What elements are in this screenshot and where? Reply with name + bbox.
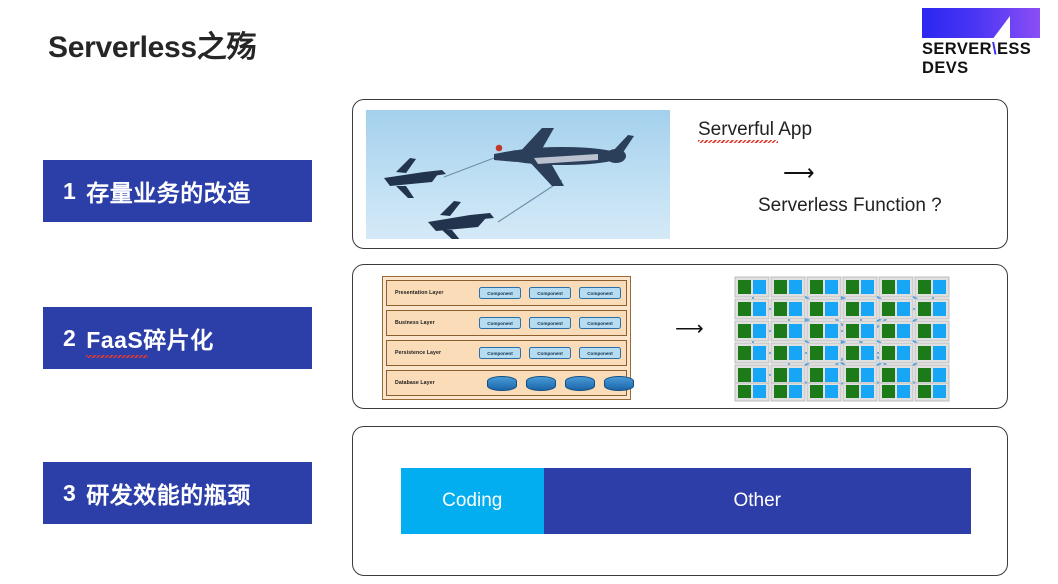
nav-item-3-label: 研发效能的瓶颈 — [86, 482, 251, 508]
layer-name-presentation: Presentation Layer — [395, 290, 444, 296]
nav-item-3-index: 3 — [63, 479, 77, 506]
mesh-grid-svg — [734, 276, 950, 402]
architecture-transition-arrow-icon: ⟶ — [675, 318, 704, 340]
database-cylinder-icon — [526, 375, 556, 391]
layer-name-business: Business Layer — [395, 320, 435, 326]
logo-text-devs: DEVS — [922, 59, 969, 78]
layer-row-database: Database Layer — [386, 370, 634, 396]
aerial-refueling-illustration — [366, 110, 670, 239]
effort-distribution-stacked-bar: Coding Other — [401, 468, 971, 534]
layer-row-presentation: Presentation Layer Component Component C… — [386, 280, 627, 306]
logo-text-ess: ESS — [996, 40, 1032, 58]
aerial-refueling-photo — [366, 110, 670, 239]
nav-item-1-index: 1 — [63, 177, 77, 204]
bar-segment-coding: Coding — [401, 468, 544, 534]
database-cylinder-icon — [565, 375, 595, 391]
layer-row-persistence: Persistence Layer Component Component Co… — [386, 340, 627, 366]
component-box: Component — [529, 347, 571, 359]
transform-arrow-icon: ⟶ — [783, 160, 815, 185]
nav-item-1-legacy-migration[interactable]: 1 存量业务的改造 — [43, 160, 312, 222]
brand-logo: SERVER\ESS DEVS — [922, 8, 1040, 78]
component-box: Component — [479, 317, 521, 329]
logo-wordmark: SERVER\ESS DEVS — [922, 40, 1040, 78]
component-box: Component — [579, 347, 621, 359]
layer-row-business: Business Layer Component Component Compo… — [386, 310, 627, 336]
layer-name-database: Database Layer — [395, 380, 435, 386]
component-box: Component — [579, 287, 621, 299]
component-box: Component — [529, 287, 571, 299]
logo-gradient-bar — [922, 8, 1040, 38]
database-cylinder-group — [487, 375, 634, 391]
page-title: Serverless之殇 — [48, 31, 257, 64]
microservice-mesh-diagram — [731, 273, 955, 403]
logo-text-server: SERVER — [922, 40, 992, 58]
component-box: Component — [479, 287, 521, 299]
bar-segment-other: Other — [543, 468, 971, 534]
database-cylinder-icon — [487, 375, 517, 391]
nav-item-1-label: 存量业务的改造 — [86, 180, 251, 206]
card-legacy-migration: Serverful App ⟶ Serverless Function ? — [352, 99, 1008, 249]
nav-item-2-faas-fragmentation[interactable]: 2 FaaS碎片化 — [43, 307, 312, 369]
nav-item-2-index: 2 — [63, 324, 77, 351]
component-box: Component — [579, 317, 621, 329]
layer-name-persistence: Persistence Layer — [395, 350, 442, 356]
serverless-function-label: Serverless Function ? — [758, 195, 942, 216]
serverful-app-label: Serverful App — [698, 119, 813, 143]
nav-item-3-dev-efficiency-bottleneck[interactable]: 3 研发效能的瓶颈 — [43, 462, 312, 524]
logo-notch-shape — [992, 16, 1010, 38]
component-box: Component — [479, 347, 521, 359]
component-box: Component — [529, 317, 571, 329]
card-dev-efficiency: Coding Other — [352, 426, 1008, 576]
database-cylinder-icon — [604, 375, 634, 391]
nav-item-2-label: FaaS碎片化 — [86, 321, 213, 358]
layered-architecture-diagram: Presentation Layer Component Component C… — [382, 276, 634, 400]
card-faas-fragmentation: Presentation Layer Component Component C… — [352, 264, 1008, 409]
